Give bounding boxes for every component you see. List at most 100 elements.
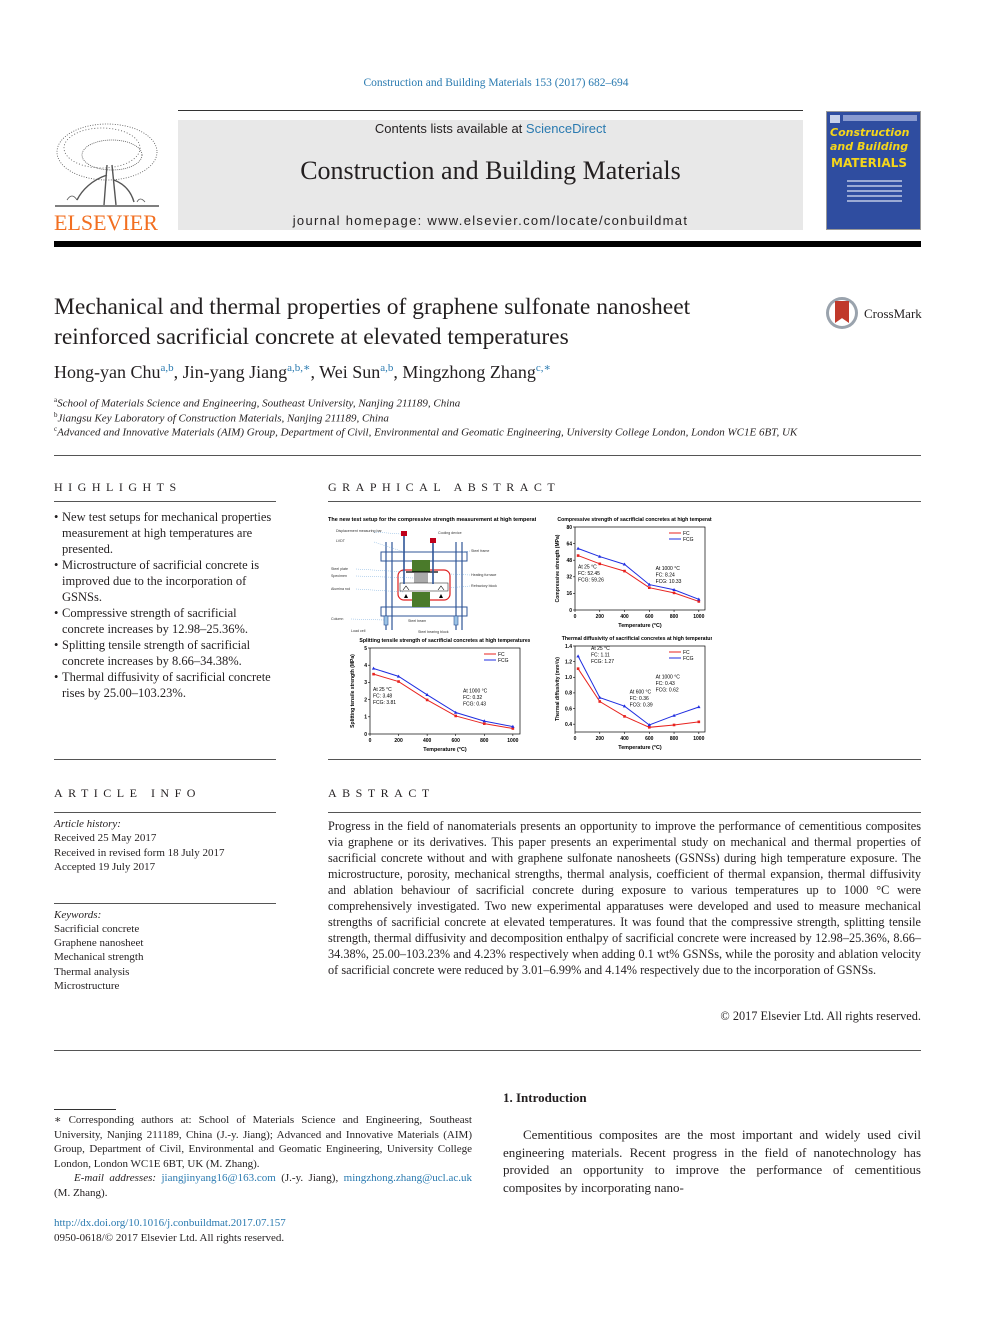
- title-divider: [54, 455, 921, 456]
- highlight-item: New test setups for mechanical propertie…: [54, 509, 279, 557]
- x-tick-label: 200: [394, 738, 403, 744]
- x-tick-label: 400: [423, 738, 432, 744]
- highlight-item: Microstructure of sacrificial concrete i…: [54, 557, 279, 605]
- data-point-fc: [598, 562, 602, 566]
- doi-link[interactable]: http://dx.doi.org/10.1016/j.conbuildmat.…: [54, 1216, 286, 1231]
- author-name[interactable]: Jin-yang Jiang: [183, 362, 287, 382]
- y-axis-label: Compressive strength (MPa): [555, 534, 561, 602]
- chart-annotation: FC: 52.45: [578, 571, 600, 577]
- author-affiliation-marker[interactable]: c,∗: [536, 362, 551, 374]
- y-tick-label: 3: [364, 680, 367, 686]
- y-tick-label: 64: [566, 541, 572, 547]
- keyword-item: Mechanical strength: [54, 951, 144, 963]
- journal-reference-link[interactable]: Construction and Building Materials 153 …: [0, 77, 992, 89]
- author-affiliation-marker[interactable]: a,b: [380, 362, 393, 374]
- refractory-block: [399, 582, 449, 592]
- y-tick-label: 0.6: [565, 706, 572, 712]
- author-separator: ,: [173, 362, 183, 382]
- affiliation-text: Advanced and Innovative Materials (AIM) …: [57, 426, 798, 439]
- data-point-fc: [482, 722, 486, 725]
- crossmark-label: CrossMark: [864, 306, 922, 321]
- article-info-divider: [54, 812, 276, 813]
- chart-annotation: At 25 °C: [591, 646, 610, 652]
- chart-annotation: At 1000 °C: [656, 675, 681, 681]
- header-thick-divider: [54, 241, 921, 247]
- diagram-label: Cooling device: [438, 531, 462, 535]
- author-affiliation-marker[interactable]: a,b: [161, 362, 174, 374]
- graphical-abstract-heading: GRAPHICAL ABSTRACT: [328, 480, 561, 494]
- data-point-fc: [623, 715, 626, 718]
- y-tick-label: 0: [569, 608, 572, 614]
- contents-prefix: Contents lists available at: [374, 121, 526, 136]
- y-axis-label: Splitting tensile strength (MPa): [350, 654, 356, 728]
- y-tick-label: 1: [364, 715, 367, 721]
- author-affiliation-marker[interactable]: a,b,∗: [287, 362, 310, 374]
- chart-annotation: FC: 0.43: [656, 681, 675, 687]
- sciencedirect-link[interactable]: ScienceDirect: [526, 121, 606, 136]
- diagram-label: Steel frame: [471, 549, 489, 553]
- diagram-label: Column: [331, 617, 343, 621]
- diagram-label: Steel plate: [331, 567, 348, 571]
- chart-annotation: At 1000 °C: [463, 689, 488, 695]
- doi-block: http://dx.doi.org/10.1016/j.conbuildmat.…: [54, 1216, 286, 1245]
- data-point-fc: [598, 700, 602, 703]
- email-addresses: E-mail addresses: jiangjinyang16@163.com…: [54, 1171, 472, 1200]
- upper-steel-beam: [380, 551, 468, 562]
- affiliation-text: School of Materials Science and Engineer…: [57, 397, 461, 410]
- corresponding-author-footnote: ∗ Corresponding authors at: School of Ma…: [54, 1113, 472, 1200]
- issn-copyright: 0950-0618/© 2017 Elsevier Ltd. All right…: [54, 1231, 285, 1244]
- x-tick-label: 800: [480, 738, 489, 744]
- cover-title-line2: and Building: [830, 140, 909, 153]
- cover-logo-mark: [830, 115, 840, 123]
- author-list: Hong-yan Chua,b, Jin-yang Jianga,b,∗, We…: [54, 361, 551, 383]
- x-tick-label: 400: [620, 614, 629, 620]
- author-name[interactable]: Mingzhong Zhang: [402, 362, 535, 382]
- history-accepted: Accepted 19 July 2017: [54, 861, 156, 873]
- steel-bearing-block: [412, 592, 430, 607]
- abstract-divider: [328, 812, 921, 813]
- chart-annotation: FCG: 10.33: [656, 579, 682, 585]
- introduction-heading: 1. Introduction: [503, 1090, 587, 1105]
- affiliation-c: cAdvanced and Innovative Materials (AIM)…: [54, 425, 797, 439]
- crossmark-button[interactable]: CrossMark: [826, 297, 926, 335]
- load-cell-left: [383, 615, 389, 626]
- x-tick-label: 800: [670, 736, 679, 742]
- data-point-fc: [454, 714, 458, 718]
- y-tick-label: 0: [364, 732, 367, 738]
- cover-top-bar: [843, 115, 917, 121]
- email-link-zhang[interactable]: mingzhong.zhang@ucl.ac.uk: [344, 1172, 472, 1184]
- top-divider: [178, 110, 803, 111]
- diagram-label: Steel beam: [408, 619, 426, 623]
- data-point-fc: [647, 726, 651, 729]
- front-matter-divider: [54, 1050, 921, 1051]
- journal-homepage-link[interactable]: journal homepage: www.elsevier.com/locat…: [178, 213, 803, 228]
- diagram-label: LVDT: [336, 539, 346, 543]
- x-tick-label: 600: [645, 736, 654, 742]
- article-title-line1: Mechanical and thermal properties of gra…: [54, 294, 691, 320]
- abstract-copyright: © 2017 Elsevier Ltd. All rights reserved…: [720, 1009, 921, 1023]
- chart-annotation: FCG: 59.26: [578, 578, 604, 584]
- history-revised: Received in revised form 18 July 2017: [54, 847, 225, 859]
- x-tick-label: 800: [670, 614, 679, 620]
- compressive-strength-chart: Compressive strength of sacrificial conc…: [555, 517, 712, 629]
- author-name[interactable]: Hong-yan Chu: [54, 362, 161, 382]
- y-tick-label: 4: [364, 663, 367, 669]
- x-axis-label: Temperature (°C): [423, 747, 467, 753]
- author-name[interactable]: Wei Sun: [319, 362, 380, 382]
- x-tick-label: 600: [452, 738, 461, 744]
- chart-annotation: At 25 °C: [373, 687, 392, 693]
- y-tick-label: 1.2: [565, 659, 572, 665]
- y-tick-label: 80: [566, 525, 572, 531]
- corresponding-author-text: ∗ Corresponding authors at: School of Ma…: [54, 1114, 472, 1170]
- chart-annotation: FC: 1.11: [591, 653, 610, 659]
- legend-label-fcg: FCG: [683, 656, 694, 662]
- email-link-jiang[interactable]: jiangjinyang16@163.com: [161, 1172, 275, 1184]
- diagram-label: Alumina rod: [331, 587, 350, 591]
- x-axis-label: Temperature (°C): [618, 745, 662, 751]
- y-tick-label: 1.4: [565, 644, 572, 650]
- data-point-fc: [576, 554, 580, 557]
- x-tick-label: 1000: [507, 738, 518, 744]
- chart-annotation: FC: 3.48: [373, 694, 392, 700]
- data-point-fc: [697, 600, 701, 603]
- affiliation-a: aSchool of Materials Science and Enginee…: [54, 396, 460, 410]
